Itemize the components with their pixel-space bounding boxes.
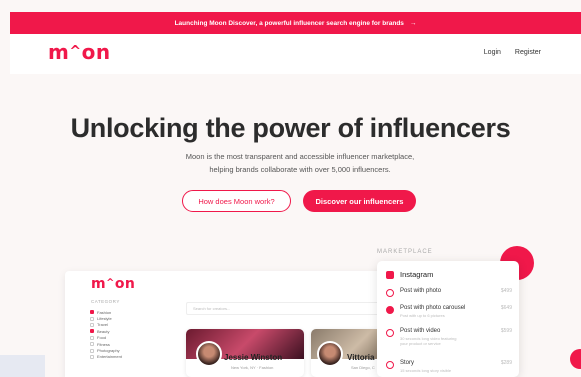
hero-subtitle-line-2: helping brands collaborate with over 5,0… [209, 165, 391, 174]
background-shape [0, 355, 45, 377]
avatar [196, 341, 222, 367]
hero-title: Unlocking the power of influencers [70, 113, 511, 143]
category-label-text: Lifestyle [97, 316, 112, 322]
offer-name: Story [400, 360, 415, 366]
radio-checked-icon [386, 306, 394, 314]
instagram-icon [386, 271, 394, 279]
offer-price: $499 [500, 288, 512, 294]
preview-logo: m^on [91, 276, 135, 292]
platform-instagram[interactable]: Instagram [386, 270, 512, 279]
preview-logo-hat-icon: ^ [106, 277, 115, 289]
offer-price: $649 [500, 305, 512, 311]
offer-post-with-video[interactable]: Post with video 30 seconds long video fe… [386, 328, 512, 346]
influencer-card[interactable]: Jessie Winston New York, NY · Fashion [186, 329, 304, 377]
offer-price: $599 [500, 328, 512, 334]
announcement-banner[interactable]: Launching Moon Discover, a powerful infl… [10, 12, 581, 34]
checkbox-icon [90, 348, 94, 353]
logo-letters-on: on [81, 40, 111, 64]
offer-post-with-photo-carousel[interactable]: Post with photo carousel Post with up to… [386, 305, 512, 318]
login-link[interactable]: Login [484, 49, 501, 56]
header-nav: Login Register [484, 49, 541, 56]
checkbox-icon [90, 354, 94, 359]
chat-bubble-icon[interactable] [570, 349, 581, 369]
radio-icon [386, 329, 394, 337]
checkbox-icon [90, 335, 94, 340]
influencer-location: San Diego, C [351, 365, 375, 370]
category-label-text: Food [97, 335, 107, 341]
category-label-text: Fitness [97, 341, 110, 347]
offer-description: 15 seconds long story visible [400, 368, 452, 373]
category-label: CATEGORY [91, 299, 120, 304]
moon-logo[interactable]: m^on [48, 40, 111, 64]
arrow-right-icon: → [409, 19, 417, 27]
offer-story[interactable]: Story 15 seconds long story visible $289 [386, 360, 512, 373]
avatar [317, 341, 343, 367]
checkbox-checked-icon [90, 310, 94, 315]
offer-post-with-photo[interactable]: Post with photo $499 [386, 288, 512, 297]
preview-logo-letter-m: m [91, 276, 107, 292]
platform-name: Instagram [400, 270, 434, 279]
offer-description: 30 seconds long video featuring your prod… [400, 336, 457, 346]
offer-price: $289 [500, 360, 512, 366]
category-label-text: Entertainment [97, 354, 122, 360]
offer-name: Post with video [400, 328, 441, 334]
checkbox-icon [90, 316, 94, 321]
category-label-text: Beauty [97, 328, 110, 334]
announcement-text: Launching Moon Discover, a powerful infl… [174, 19, 404, 27]
radio-icon [386, 361, 394, 369]
offer-name: Post with photo [400, 288, 442, 294]
category-list: Fashion Lifestyle Travel Beauty Food Fit… [90, 309, 122, 360]
preview-logo-letters-on: on [114, 276, 136, 292]
offer-description: Post with up to 6 pictures [400, 313, 445, 318]
creator-search-input[interactable]: Search for creators... [186, 302, 382, 315]
discover-influencers-button[interactable]: Discover our influencers [303, 190, 416, 212]
hero-subtitle-line-1: Moon is the most transparent and accessi… [185, 152, 415, 161]
checkbox-checked-icon [90, 329, 94, 334]
influencer-location: New York, NY · Fashion [231, 365, 274, 370]
influencer-card[interactable]: Vittoria C San Diego, C [311, 329, 385, 377]
category-label-text: Fashion [97, 309, 112, 315]
category-item[interactable]: Entertainment [90, 354, 122, 360]
category-label-text: Photography [97, 348, 120, 354]
marketplace-label: MARKETPLACE [377, 249, 433, 255]
marketplace-panel: Instagram Post with photo $499 Post with… [377, 261, 519, 377]
register-link[interactable]: Register [515, 49, 541, 56]
radio-icon [386, 289, 394, 297]
category-label-text: Travel [97, 322, 108, 328]
how-does-moon-work-button[interactable]: How does Moon work? [182, 190, 291, 212]
offer-name: Post with photo carousel [400, 305, 466, 311]
hero-subtitle: Moon is the most transparent and accessi… [150, 150, 450, 176]
checkbox-icon [90, 342, 94, 347]
logo-letter-m: m [48, 40, 70, 64]
influencer-name: Jessie Winston [224, 353, 283, 362]
logo-hat-icon: ^ [69, 43, 82, 60]
checkbox-icon [90, 322, 94, 327]
